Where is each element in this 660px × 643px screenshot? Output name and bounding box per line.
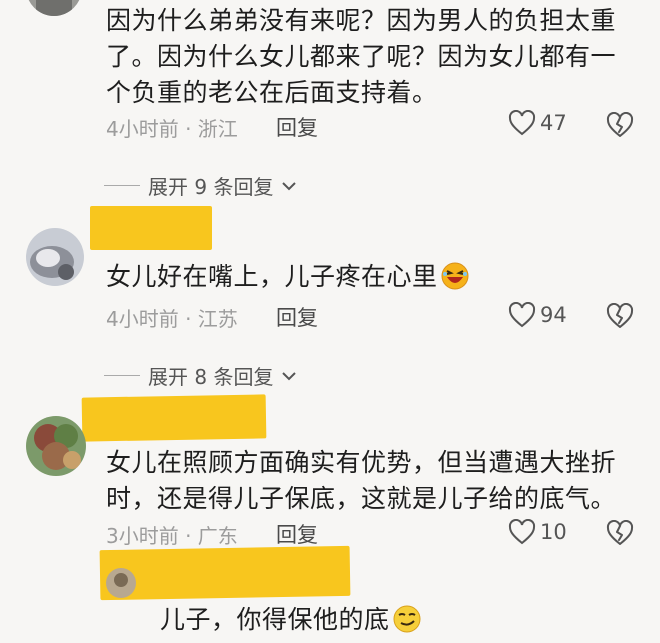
comment-text-line: 儿子，你得保他的底 xyxy=(160,605,390,634)
like-button[interactable]: 47 xyxy=(508,110,567,136)
comment-text-line: 女儿好在嘴上，儿子疼在心里 xyxy=(106,262,438,291)
heart-outline-icon xyxy=(508,302,536,328)
comment-timestamp: 4小时前 · 浙江 xyxy=(106,117,238,141)
like-count: 10 xyxy=(540,520,567,544)
comment-text: 儿子，你得保他的底 xyxy=(160,603,422,643)
expand-label: 展开 8 条回复 xyxy=(148,365,274,389)
laughing-emoji-icon xyxy=(440,261,470,300)
smirk-emoji-icon xyxy=(392,604,422,643)
expand-replies-button[interactable]: 展开 8 条回复 xyxy=(104,361,297,390)
like-count: 47 xyxy=(540,111,567,135)
reply-button[interactable]: 回复 xyxy=(276,302,318,332)
heart-outline-icon xyxy=(508,519,536,545)
dislike-button[interactable] xyxy=(606,519,634,550)
comment-timestamp: 4小时前 · 江苏 xyxy=(106,307,238,331)
avatar[interactable] xyxy=(26,228,84,286)
like-button[interactable]: 10 xyxy=(508,519,567,545)
comment-text: 时，还是得儿子保底，这就是儿子给的底气。 xyxy=(106,484,617,513)
expand-replies-button[interactable]: 展开 9 条回复 xyxy=(104,171,297,200)
comment-text: 了。因为什么女儿都来了呢？因为女儿都有一 xyxy=(106,42,617,71)
comment-text: 女儿在照顾方面确实有优势，但当遭遇大挫折 xyxy=(106,448,617,477)
comment-text: 女儿好在嘴上，儿子疼在心里 xyxy=(106,260,470,300)
comment-timestamp: 3小时前 · 广东 xyxy=(106,524,238,548)
like-count: 94 xyxy=(540,303,567,327)
dislike-button[interactable] xyxy=(606,111,634,142)
comment-text: 个负重的老公在后面支持着。 xyxy=(106,78,438,107)
redacted-username xyxy=(90,206,212,250)
reply-button[interactable]: 回复 xyxy=(276,519,318,549)
like-button[interactable]: 94 xyxy=(508,302,567,328)
heart-outline-icon xyxy=(508,110,536,136)
avatar[interactable] xyxy=(106,568,136,598)
avatar[interactable] xyxy=(26,0,82,16)
redacted-username xyxy=(81,394,267,442)
broken-heart-icon xyxy=(606,302,634,328)
avatar[interactable] xyxy=(26,416,86,476)
reply-button[interactable]: 回复 xyxy=(276,112,318,142)
broken-heart-icon xyxy=(606,519,634,545)
redacted-username xyxy=(99,545,351,601)
broken-heart-icon xyxy=(606,111,634,137)
divider xyxy=(104,375,140,376)
chevron-down-icon xyxy=(282,181,297,190)
comment-text: 因为什么弟弟没有来呢？因为男人的负担太重 xyxy=(106,6,617,35)
expand-label: 展开 9 条回复 xyxy=(148,175,274,199)
chevron-down-icon xyxy=(282,371,297,380)
divider xyxy=(104,185,140,186)
dislike-button[interactable] xyxy=(606,302,634,333)
